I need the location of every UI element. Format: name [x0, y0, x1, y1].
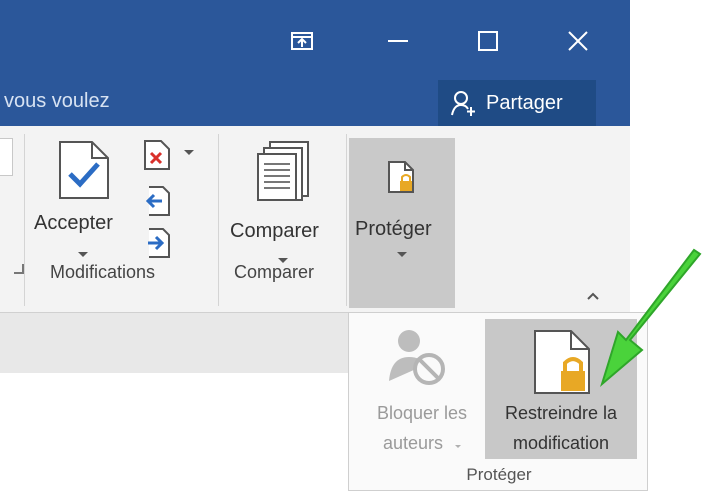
document-lock-icon [388, 161, 414, 193]
restrict-editing-label-line1: Restreindre la [504, 403, 618, 423]
share-label: Partager [486, 91, 563, 114]
previous-change-button[interactable] [144, 186, 174, 218]
chevron-down-icon [455, 445, 461, 448]
maximize-button[interactable] [458, 18, 518, 64]
block-authors-label-line1: Bloquer les [376, 403, 468, 423]
block-authors-button[interactable]: Bloquer les auteurs [359, 323, 487, 463]
ribbon-left-edge [0, 138, 13, 176]
next-change-icon [148, 228, 170, 258]
tell-me-search[interactable]: vous voulez [4, 90, 110, 113]
reject-document-icon [144, 140, 170, 170]
protect-button[interactable]: Protéger [349, 138, 455, 268]
compare-documents-icon [257, 141, 309, 201]
minimize-icon [388, 40, 408, 42]
protect-label: Protéger [355, 218, 432, 240]
ribbon-left-launcher-icon [14, 264, 24, 274]
separator [218, 134, 219, 306]
chevron-down-icon [397, 252, 407, 257]
previous-change-icon [145, 186, 170, 216]
maximize-icon [478, 31, 498, 51]
ribbon-display-options-button[interactable] [272, 18, 332, 64]
accept-label: Accepter [34, 212, 113, 234]
compare-button[interactable]: Comparer [226, 140, 340, 264]
compare-group-label: Comparer [234, 262, 315, 282]
chevron-down-icon [184, 150, 194, 155]
close-icon [568, 31, 588, 51]
separator [346, 134, 347, 306]
next-change-button[interactable] [144, 228, 174, 260]
person-add-icon [451, 91, 475, 116]
tell-me-text: vous voulez [4, 90, 110, 112]
chevron-down-icon [78, 252, 88, 257]
ribbon-display-icon [291, 32, 313, 50]
minimize-button[interactable] [368, 18, 428, 64]
protect-group-label: Protéger [466, 465, 532, 484]
close-button[interactable] [548, 18, 608, 64]
block-authors-label-line2: auteurs [383, 433, 444, 453]
modifications-group-label: Modifications [50, 262, 156, 282]
compare-label: Comparer [230, 220, 319, 242]
document-lock-icon [534, 330, 590, 394]
reject-button[interactable] [144, 140, 204, 176]
annotation-arrow-icon [600, 248, 702, 387]
block-authors-icon [389, 330, 445, 385]
document-check-icon [59, 141, 109, 199]
share-button[interactable]: Partager [438, 80, 596, 126]
accept-button[interactable]: Accepter [32, 140, 136, 264]
separator [24, 134, 25, 306]
restrict-editing-label-line2: modification [512, 433, 610, 453]
